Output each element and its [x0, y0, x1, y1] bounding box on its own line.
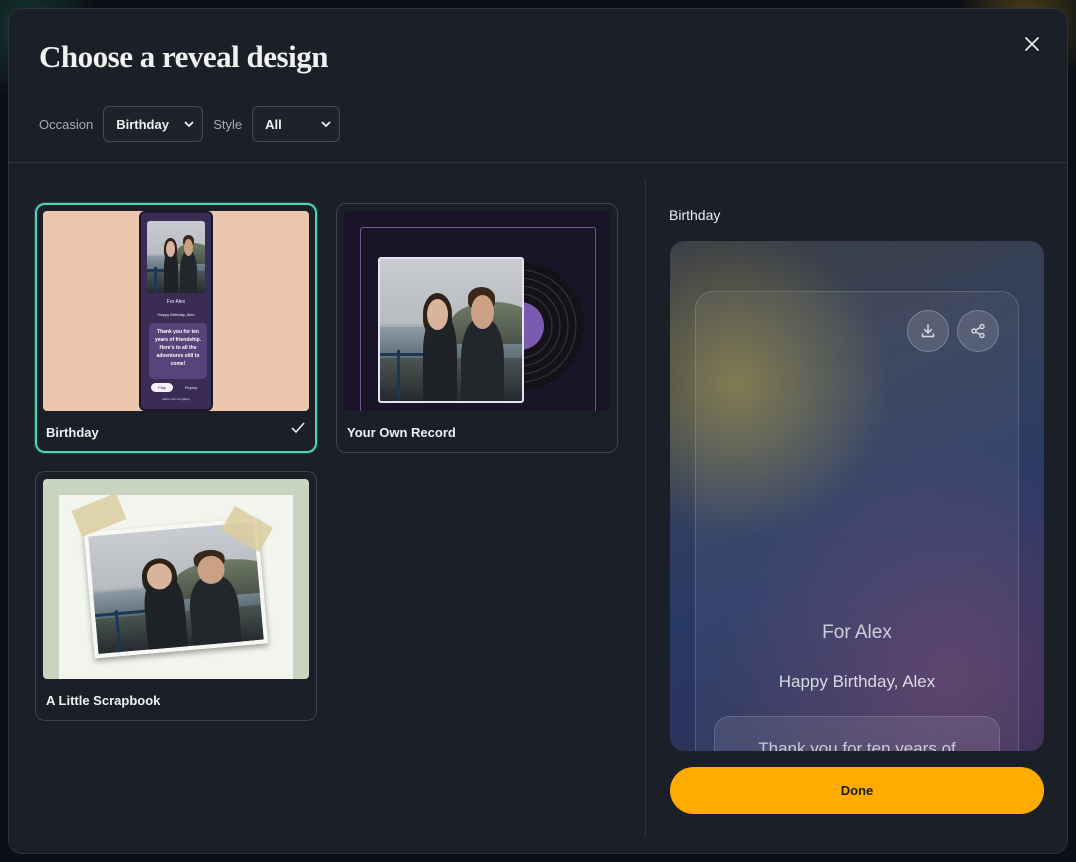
thumb-for-text: For Alex: [166, 299, 186, 305]
reveal-design-modal: Choose a reveal design Occasion Birthday…: [8, 8, 1068, 854]
thumb-play-button: Play: [151, 383, 173, 392]
occasion-label: Occasion: [39, 116, 94, 132]
preview-message: Thank you for ten years of: [714, 716, 1000, 751]
close-icon: [1025, 37, 1039, 51]
filter-bar: Occasion Birthday Style All: [39, 106, 341, 142]
design-card-your-own-record[interactable]: Your Own Record: [336, 203, 618, 453]
style-select[interactable]: All: [252, 106, 341, 142]
design-thumbnail-scrapbook: [43, 479, 309, 679]
phone-mockup: For Alex Happy Birthday, Alex Thank you …: [139, 211, 213, 411]
modal-title: Choose a reveal design: [39, 39, 328, 74]
checkmark-icon: [291, 422, 305, 434]
share-button[interactable]: [957, 310, 999, 352]
thumb-greeting: Happy Birthday, Alex: [157, 312, 195, 317]
design-preview[interactable]: For Alex Happy Birthday, Alex Thank you …: [670, 241, 1044, 751]
preview-for-text: For Alex: [822, 622, 892, 643]
preview-greeting: Happy Birthday, Alex: [778, 672, 936, 691]
download-button[interactable]: [907, 310, 949, 352]
panel-divider: [645, 179, 646, 837]
share-icon: [971, 323, 985, 339]
done-button[interactable]: Done: [670, 767, 1044, 814]
thumb-replay-button: Replay: [184, 385, 198, 390]
preview-card: For Alex Happy Birthday, Alex Thank you …: [695, 291, 1019, 751]
design-label-birthday: Birthday: [46, 425, 99, 440]
style-label: Style: [213, 116, 243, 132]
couple-photo: [378, 257, 524, 403]
close-button[interactable]: [1019, 31, 1045, 57]
design-card-a-little-scrapbook[interactable]: A Little Scrapbook: [35, 471, 317, 721]
couple-photo: [147, 221, 205, 293]
thumb-footer: Made with SongBerg: [162, 397, 190, 401]
thumb-message: Thank you for ten years of friendship. H…: [149, 323, 207, 379]
chevron-down-icon: [321, 120, 331, 127]
chevron-down-icon: [184, 120, 194, 127]
design-card-birthday[interactable]: For Alex Happy Birthday, Alex Thank you …: [35, 203, 317, 453]
header-divider: [9, 162, 1067, 163]
download-icon: [921, 324, 935, 338]
design-thumbnail-birthday: For Alex Happy Birthday, Alex Thank you …: [43, 211, 309, 411]
design-label-your-own-record: Your Own Record: [347, 425, 456, 440]
preview-title: Birthday: [669, 207, 721, 223]
occasion-value: Birthday: [116, 116, 169, 132]
style-value: All: [265, 116, 282, 132]
occasion-select[interactable]: Birthday: [103, 106, 204, 142]
design-thumbnail-record: [344, 211, 610, 411]
design-label-a-little-scrapbook: A Little Scrapbook: [46, 693, 161, 708]
